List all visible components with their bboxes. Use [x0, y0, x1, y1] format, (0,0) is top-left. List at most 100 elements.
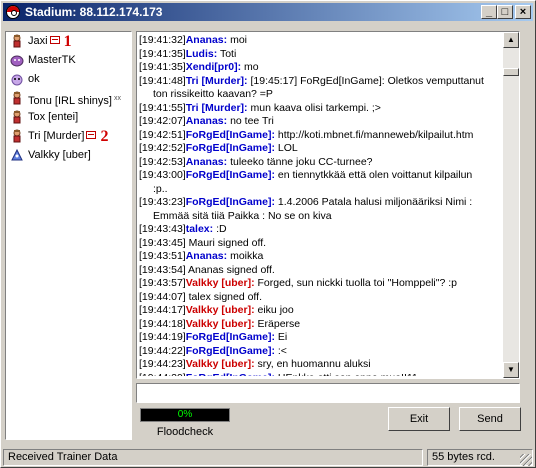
chat-message: moi — [227, 34, 247, 46]
chat-log: [19:41:32]Ananas: moi [19:41:35]Ludis: To… — [136, 31, 520, 379]
away-status-icon — [49, 36, 60, 44]
chat-line: [19:43:43]talex: :D — [139, 223, 501, 237]
chat-message: mun kaava olisi tarkempi. ;> — [247, 101, 381, 114]
chat-message: LOL — [274, 142, 298, 154]
pokemon-icon-blue — [10, 148, 24, 162]
chat-message: tuleeko tänne joku CC-turnee? — [227, 155, 373, 168]
user-list-item[interactable]: Tri [Murder] 2 — [6, 127, 131, 146]
chat-line: [19:42:07]Ananas: no tee Tri — [139, 115, 501, 129]
chat-message: Ananas signed off. — [185, 263, 275, 276]
user-name: Tox [entei] — [28, 111, 79, 123]
chat-message: :< — [274, 344, 287, 357]
chat-lines: [19:41:32]Ananas: moi [19:41:35]Ludis: To… — [139, 34, 501, 376]
chat-nick: FoRgEd[InGame]: — [185, 169, 275, 181]
window-title: Stadium: 88.112.174.173 — [25, 5, 163, 19]
resize-grip[interactable] — [520, 454, 532, 466]
user-list[interactable]: Jaxi 1 MasterTK ok Tonu [IRL shinys] xx Tox [e… — [5, 31, 132, 440]
chat-nick: FoRgEd[InGame]: — [186, 372, 275, 377]
annotation-number: 2 — [100, 128, 109, 145]
chat-line: [19:44:17]Valkky [uber]: eiku joo — [139, 304, 501, 318]
chat-message: Ei — [274, 331, 288, 343]
chat-nick: Valkky [uber]: — [185, 317, 255, 330]
status-message: Received Trainer Data — [3, 449, 423, 466]
away-status-icon — [86, 131, 97, 139]
chat-timestamp: [19:44:18] — [139, 317, 186, 330]
chat-timestamp: [19:41:55] — [139, 101, 186, 114]
chat-message: no tee Tri — [227, 115, 274, 127]
chat-timestamp: [19:44:29] — [139, 372, 186, 377]
chat-nick: Ananas: — [185, 115, 228, 127]
close-button[interactable]: × — [515, 5, 531, 19]
floodcheck-label: Floodcheck — [156, 426, 214, 438]
user-name: MasterTK — [28, 54, 76, 66]
trainer-icon — [10, 91, 24, 105]
status-bar: Received Trainer Data 55 bytes rcd. — [3, 449, 533, 467]
chat-line: [19:42:53]Ananas: tuleeko tänne joku CC-… — [139, 156, 501, 170]
chat-timestamp: [19:43:23] — [139, 196, 186, 208]
chat-line: [19:41:35]Ludis: Toti — [139, 48, 501, 62]
chat-timestamp: [19:41:48] — [139, 74, 186, 87]
chat-line: Emmää sitä tiiä Paikka : No se on kiva — [139, 210, 501, 224]
chat-timestamp: [19:42:52] — [139, 142, 186, 154]
user-list-item[interactable]: Valkky [uber] — [6, 146, 131, 165]
floodcheck-meter: 0% — [140, 408, 230, 422]
chat-line: [19:43:45] Mauri signed off. — [139, 237, 501, 251]
chat-line: ton rissikeitto kaavan? =P — [139, 88, 501, 102]
minimize-button[interactable]: _ — [481, 5, 497, 19]
scroll-down-button[interactable]: ▼ — [503, 362, 519, 378]
chat-timestamp: [19:44:17] — [139, 304, 186, 316]
user-list-item[interactable]: Tox [entei] — [6, 108, 131, 127]
user-name: Jaxi — [28, 35, 48, 47]
trainer-icon — [10, 129, 24, 143]
chat-message: moikka — [227, 250, 264, 262]
chat-nick: FoRgEd[InGame]: — [185, 331, 275, 343]
chat-line: [19:41:35]Xendi[pr0]: mo — [139, 61, 501, 75]
chat-line: [19:43:57]Valkky [uber]: Forged, sun nic… — [139, 277, 501, 291]
scroll-thumb[interactable] — [503, 68, 519, 76]
chat-line: [19:44:19]FoRgEd[InGame]: Ei — [139, 331, 501, 345]
exit-button[interactable]: Exit — [388, 407, 450, 431]
chat-message: sry, en huomannu aluksi — [254, 358, 371, 370]
chat-nick: FoRgEd[InGame]: — [185, 128, 275, 141]
chat-line: [19:42:52]FoRgEd[InGame]: LOL — [139, 142, 501, 156]
chat-nick: Ludis: — [185, 47, 218, 60]
send-button[interactable]: Send — [459, 407, 521, 431]
chat-timestamp: [19:43:43] — [139, 223, 186, 235]
chat-line: [19:44:23]Valkky [uber]: sry, en huomann… — [139, 358, 501, 372]
trainer-icon — [10, 110, 24, 124]
scroll-up-button[interactable]: ▲ — [503, 32, 519, 48]
chat-nick: Valkky [uber]: — [185, 358, 255, 370]
user-list-item[interactable]: MasterTK — [6, 51, 131, 70]
user-list-item[interactable]: Tonu [IRL shinys] xx — [6, 89, 131, 108]
chat-nick: Tri [Murder]: — [185, 101, 248, 114]
user-list-item[interactable]: Jaxi 1 — [6, 32, 131, 51]
chat-timestamp: [19:43:45] — [139, 236, 186, 249]
trainer-icon — [10, 34, 24, 48]
pokeball-icon — [6, 5, 20, 19]
message-input[interactable] — [136, 383, 520, 403]
chat-timestamp: [19:43:00] — [139, 169, 186, 181]
chat-message: en tiennytkkää että olen voittanut kilpa… — [274, 169, 473, 181]
user-name: ok — [28, 73, 40, 85]
maximize-button[interactable]: □ — [497, 5, 513, 19]
chat-line: [19:43:51]Ananas: moikka — [139, 250, 501, 264]
chat-nick: Tri [Murder]: — [185, 74, 248, 87]
chat-message: Emmää sitä tiiä Paikka : No se on kiva — [153, 209, 332, 222]
chat-timestamp: [19:43:54] — [139, 263, 186, 276]
chat-nick: talex: — [185, 223, 214, 235]
chat-message: mo — [241, 61, 259, 73]
stadium-window: Stadium: 88.112.174.173 _ □ × Jaxi 1 Maste… — [0, 0, 536, 468]
chat-timestamp: [19:44:19] — [139, 331, 186, 343]
chat-line: [19:44:18]Valkky [uber]: Eräperse — [139, 318, 501, 332]
chat-line: [19:43:54] Ananas signed off. — [139, 264, 501, 278]
chat-message: 1.4.2006 Patala halusi miljonääriksi Nim… — [274, 196, 473, 208]
chat-nick: FoRgEd[InGame]: — [185, 196, 275, 208]
title-bar[interactable]: Stadium: 88.112.174.173 _ □ × — [3, 3, 533, 21]
user-list-item[interactable]: ok — [6, 70, 131, 89]
chat-nick: Ananas: — [185, 155, 228, 168]
chat-timestamp: [19:42:07] — [139, 115, 186, 127]
chat-scrollbar[interactable]: ▲ ▼ — [503, 32, 519, 378]
chat-message: Forged, sun nickki tuolla toi "Homppeli"… — [254, 277, 457, 289]
chat-timestamp: [19:44:22] — [139, 344, 186, 357]
chat-line: [19:44:29]FoRgEd[InGame]: HEnkka otti se… — [139, 372, 501, 377]
